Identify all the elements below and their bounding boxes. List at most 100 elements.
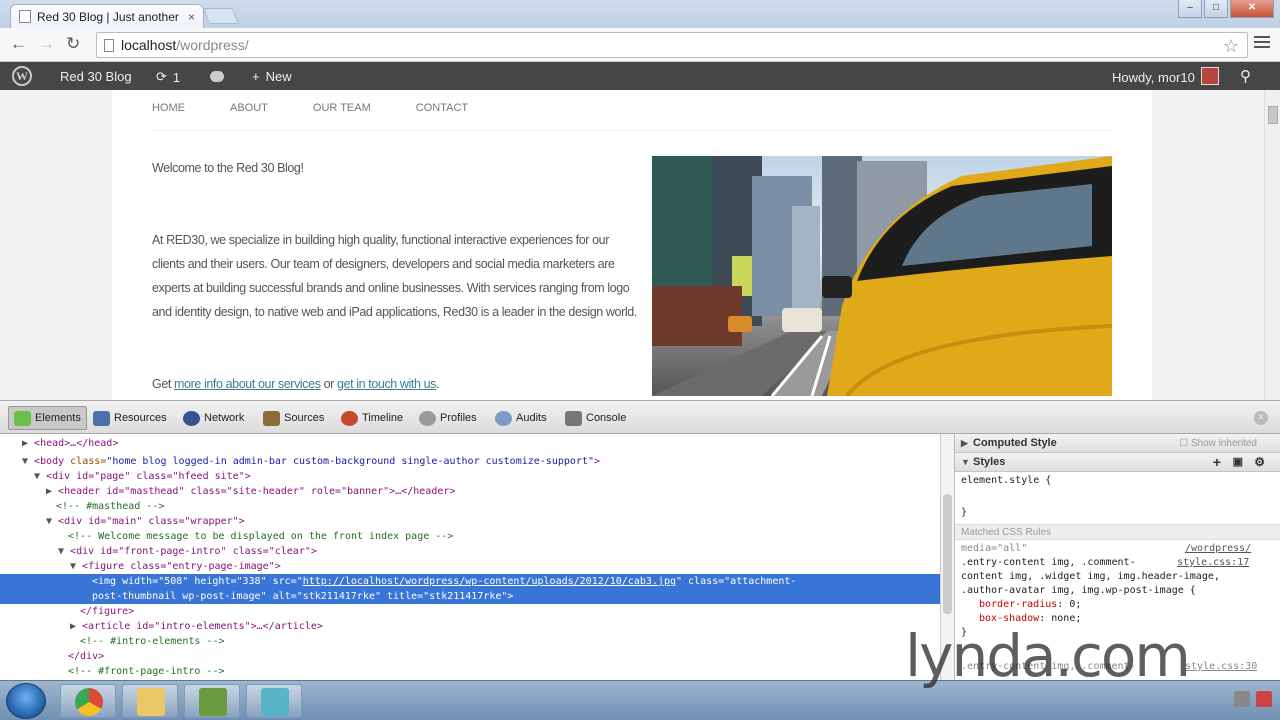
devtools-toolbar: Elements Resources Network Sources Timel… — [0, 400, 1280, 434]
tab-timeline[interactable]: Timeline — [336, 406, 408, 430]
dom-node[interactable]: ▼ <div id="main" class="wrapper"> — [0, 514, 940, 529]
page-favicon-icon — [19, 10, 31, 23]
timeline-icon — [341, 410, 358, 426]
tab-profiles[interactable]: Profiles — [414, 406, 482, 430]
tab-audits[interactable]: Audits — [490, 406, 552, 430]
audits-icon — [495, 410, 512, 426]
page-scrollbar[interactable] — [1264, 90, 1280, 400]
dom-comment[interactable]: <!-- Welcome message to be displayed on … — [0, 529, 940, 544]
user-avatar — [1200, 67, 1219, 85]
dom-node[interactable]: ▼ <figure class="entry-page-image"> — [0, 559, 940, 574]
sources-icon — [263, 410, 280, 426]
browser-tab[interactable]: Red 30 Blog | Just another × — [10, 4, 204, 28]
tray-icon[interactable] — [1234, 691, 1250, 707]
dom-comment[interactable]: <!-- #masthead --> — [0, 499, 940, 514]
nav-divider — [152, 130, 1112, 131]
styles-label: Styles — [973, 456, 1006, 468]
get-or: or — [320, 377, 338, 391]
taskbar-chrome[interactable] — [60, 684, 116, 718]
dom-scrollbar-thumb[interactable] — [943, 494, 952, 614]
computed-style-header[interactable]: ▶ Computed Style ☐ Show inherited — [955, 434, 1280, 453]
tray-icon[interactable] — [1256, 691, 1272, 707]
nav-home[interactable]: HOME — [152, 102, 185, 114]
dom-node[interactable]: </figure> — [0, 604, 940, 619]
add-rule-icon[interactable]: + — [1213, 453, 1221, 472]
styles-header[interactable]: ▼ Styles + ▣ ⚙ — [955, 453, 1280, 472]
taskbar-app[interactable] — [246, 684, 302, 718]
source-file-link[interactable]: style.css:30 — [1185, 660, 1257, 674]
css-property[interactable]: border-radius: 0; — [979, 598, 1081, 612]
nav-our-team[interactable]: OUR TEAM — [313, 102, 371, 114]
reload-button[interactable]: ↻ — [66, 34, 80, 54]
rule-selector-cont: content img, .widget img, img.header-ima… — [961, 571, 1220, 582]
minimize-button[interactable]: – — [1178, 0, 1202, 18]
page-viewport: W Red 30 Blog ⟳ 1 + New Howdy, mor10 ⚲ H… — [0, 62, 1280, 400]
dom-node[interactable]: ▶ <article id="intro-elements">…</articl… — [0, 619, 940, 634]
dom-comment[interactable]: <!-- #intro-elements --> — [0, 634, 940, 649]
page-scrollbar-thumb[interactable] — [1268, 106, 1278, 124]
updates-count: 1 — [172, 69, 181, 85]
bookmark-star-icon[interactable]: ☆ — [1223, 34, 1239, 58]
forward-button[interactable]: → — [38, 34, 55, 54]
admin-site-name[interactable]: Red 30 Blog — [60, 69, 132, 84]
rule-selector-cont: .author-avatar img, img.wp-post-image { — [961, 585, 1196, 596]
gear-icon[interactable]: ⚙ — [1254, 453, 1265, 472]
get-suffix: . — [436, 377, 440, 391]
admin-new[interactable]: + New — [252, 69, 292, 84]
tab-close-icon[interactable]: × — [188, 10, 195, 24]
tab-sources[interactable]: Sources — [258, 406, 329, 430]
dom-node-selected-cont[interactable]: post-thumbnail wp-post-image" alt="stk21… — [0, 589, 940, 604]
tab-timeline-label: Timeline — [362, 412, 404, 424]
rule-selector[interactable]: .entry-content img, .comment- — [961, 556, 1136, 570]
address-bar[interactable]: localhost/wordpress/ ☆ — [96, 32, 1248, 58]
admin-updates[interactable]: ⟳ 1 — [156, 69, 180, 85]
tab-console-label: Console — [586, 412, 627, 424]
tab-network[interactable]: Network — [178, 406, 249, 430]
welcome-heading: Welcome to the Red 30 Blog! — [152, 161, 304, 175]
matched-css-rules-header: Matched CSS Rules — [955, 524, 1280, 540]
dom-node[interactable]: ▼ <div id="page" class="hfeed site"> — [0, 469, 940, 484]
taskbar-explorer[interactable] — [122, 684, 178, 718]
wordpress-logo-icon: W — [12, 66, 32, 86]
url-host: localhost — [121, 37, 177, 53]
dom-node[interactable]: </div> — [0, 649, 940, 664]
element-style-close: } — [961, 507, 968, 518]
tab-elements[interactable]: Elements — [8, 406, 87, 430]
source-link[interactable]: /wordpress/ — [1185, 542, 1251, 556]
comments-bubble-icon — [210, 71, 224, 82]
dom-node[interactable]: ▼ <div id="front-page-intro" class="clea… — [0, 544, 940, 559]
element-style-rule[interactable]: element.style { — [961, 474, 1051, 488]
contact-link[interactable]: get in touch with us — [337, 377, 436, 391]
start-button[interactable] — [6, 683, 46, 719]
wp-logo-menu[interactable]: W — [12, 66, 32, 86]
admin-account[interactable]: Howdy, mor10 — [1112, 67, 1219, 85]
tab-profiles-label: Profiles — [440, 412, 477, 424]
tab-resources[interactable]: Resources — [88, 406, 172, 430]
window-close-button[interactable]: ✕ — [1230, 0, 1274, 18]
admin-comments[interactable] — [210, 71, 224, 82]
dom-node[interactable]: ▶ <header id="masthead" class="site-head… — [0, 484, 940, 499]
admin-search-icon[interactable]: ⚲ — [1240, 67, 1251, 85]
nav-contact[interactable]: CONTACT — [416, 102, 468, 114]
chrome-icon — [75, 688, 103, 716]
dom-node[interactable]: ▶ <head>…</head> — [0, 436, 940, 451]
source-file-link[interactable]: style.css:17 — [1177, 556, 1249, 570]
show-inherited-checkbox[interactable]: ☐ Show inherited — [1179, 434, 1257, 453]
browser-menu-icon[interactable] — [1254, 36, 1270, 51]
dom-node-selected[interactable]: <img width="508" height="338" src="http:… — [0, 574, 940, 589]
nav-about[interactable]: ABOUT — [230, 102, 268, 114]
updates-icon: ⟳ — [156, 69, 167, 84]
dom-node[interactable]: ▼ <body class="home blog logged-in admin… — [0, 454, 940, 469]
taskbar-app[interactable] — [184, 684, 240, 718]
devtools-close-icon[interactable]: × — [1254, 411, 1268, 425]
elements-icon — [14, 410, 31, 426]
tab-console[interactable]: Console — [560, 406, 631, 430]
expand-arrow-icon: ▶ — [961, 438, 968, 448]
element-state-icon[interactable]: ▣ — [1233, 453, 1243, 472]
maximize-button[interactable]: □ — [1204, 0, 1228, 18]
dom-comment[interactable]: <!-- #front-page-intro --> — [0, 664, 940, 679]
services-link[interactable]: more info about our services — [174, 377, 321, 391]
new-tab-button[interactable] — [203, 8, 239, 24]
site-page: HOME ABOUT OUR TEAM CONTACT Welcome to t… — [112, 90, 1152, 400]
back-button[interactable]: ← — [10, 34, 27, 54]
